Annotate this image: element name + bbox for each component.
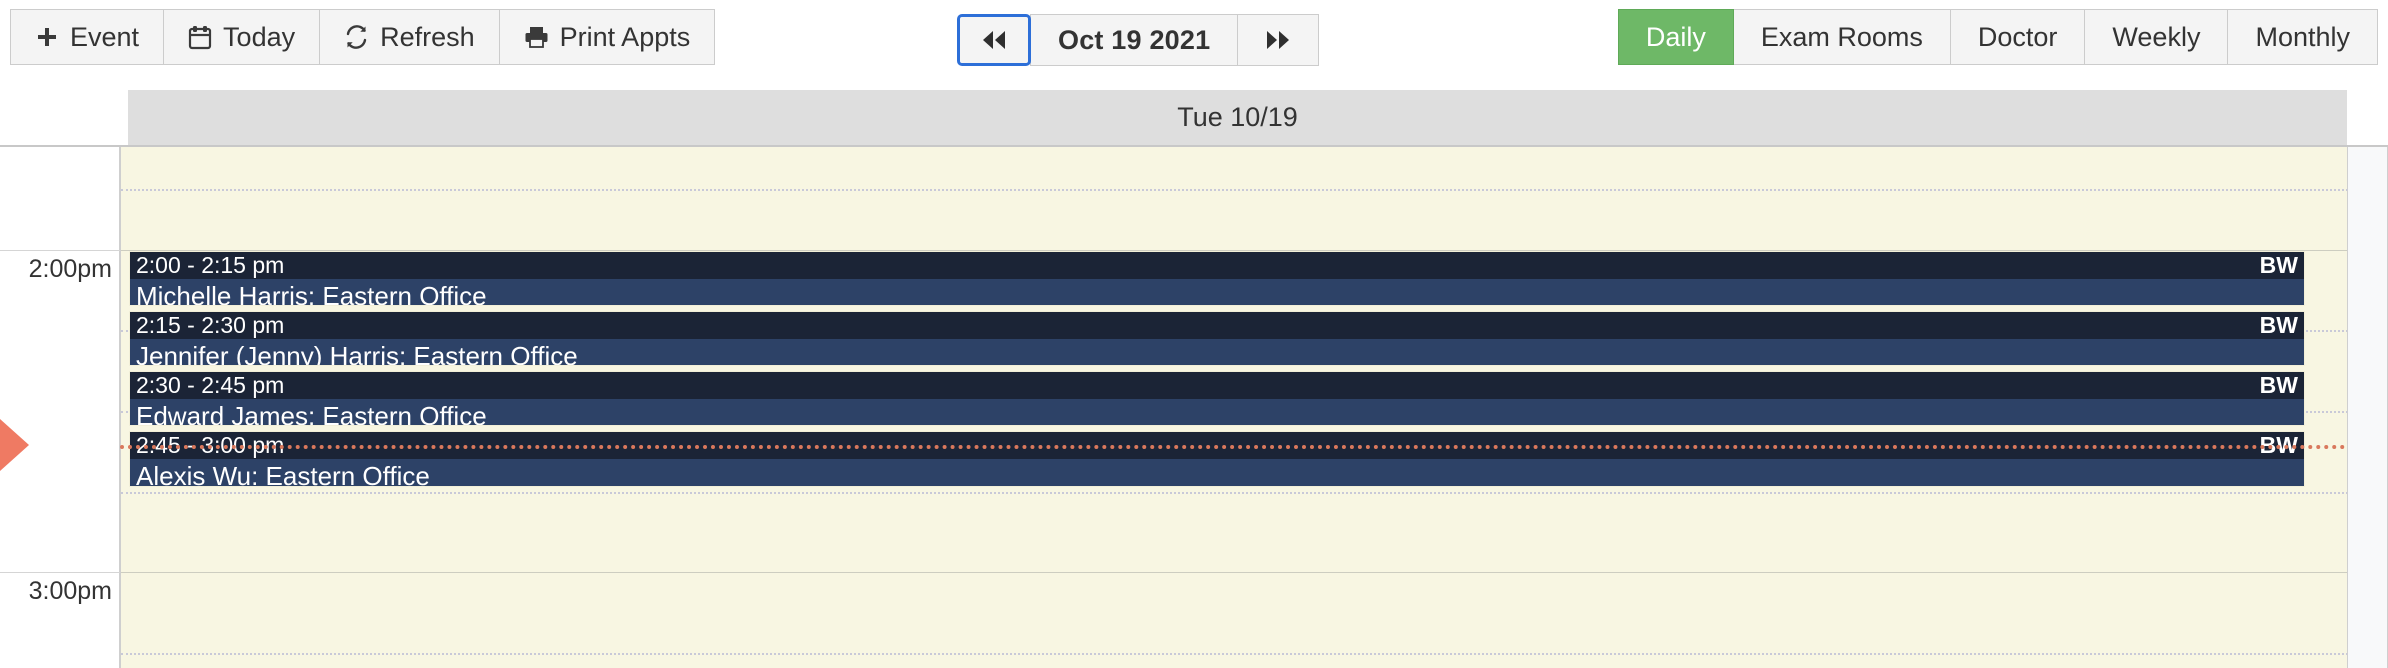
toolbar: Event Today Refresh Print Appts Oct 19 2… (0, 0, 2388, 90)
today-label: Today (223, 21, 296, 52)
refresh-button[interactable]: Refresh (319, 9, 500, 65)
view-tab-exam-rooms[interactable]: Exam Rooms (1732, 9, 1951, 65)
day-column[interactable]: 2:00 - 2:15 pm BW Michelle Harris: Easte… (120, 147, 2347, 668)
printer-icon (524, 25, 549, 49)
appointment-block[interactable]: 2:30 - 2:45 pm BW Edward James: Eastern … (129, 371, 2305, 426)
time-label-3pm: 3:00pm (28, 577, 112, 605)
day-header-gutter (2347, 90, 2388, 145)
day-header-cell[interactable]: Tue 10/19 (128, 90, 2347, 145)
calendar-icon (188, 25, 212, 50)
appointment-header: 2:00 - 2:15 pm BW (130, 252, 2304, 279)
view-tab-daily[interactable]: Daily (1617, 9, 1734, 65)
appointment-title: Michelle Harris: Eastern Office (136, 281, 487, 306)
double-chevron-right-icon (1263, 29, 1293, 51)
time-axis: 2:00pm 3:00pm (0, 147, 120, 668)
day-header-row: Tue 10/19 (0, 90, 2388, 145)
appointment-time: 2:30 - 2:45 pm (136, 372, 285, 398)
appointment-time: 2:15 - 2:30 pm (136, 312, 285, 338)
previous-day-button[interactable] (957, 14, 1031, 66)
appointment-block[interactable]: 2:15 - 2:30 pm BW Jennifer (Jenny) Harri… (129, 311, 2305, 366)
appointment-title: Alexis Wu: Eastern Office (136, 461, 430, 487)
vertical-scrollbar[interactable] (2347, 147, 2388, 668)
time-slot-2pm: 2:00pm (0, 250, 120, 411)
appointment-block[interactable]: 2:00 - 2:15 pm BW Michelle Harris: Easte… (129, 251, 2305, 306)
double-chevron-left-icon (979, 29, 1009, 51)
current-date-display[interactable]: Oct 19 2021 (1030, 14, 1239, 66)
appointment-time: 2:00 - 2:15 pm (136, 252, 285, 278)
gridline-hour-3pm (121, 572, 2347, 573)
calendar-view: Tue 10/19 2:00pm 3:00pm 2:00 - 2:15 pm B… (0, 90, 2388, 668)
time-slot-3pm: 3:00pm (0, 572, 120, 668)
appointment-badge: BW (2259, 372, 2298, 398)
view-switcher: Daily Exam Rooms Doctor Weekly Monthly (1617, 9, 2378, 65)
gridline-half-5 (121, 653, 2347, 655)
current-time-marker-icon (0, 419, 29, 471)
toolbar-actions: Event Today Refresh Print Appts (10, 9, 716, 65)
print-appointments-button[interactable]: Print Appts (498, 9, 716, 65)
calendar-grid: 2:00pm 3:00pm 2:00 - 2:15 pm BW Michelle… (0, 145, 2388, 668)
add-event-label: Event (70, 21, 140, 52)
current-time-line (120, 445, 2347, 449)
add-event-button[interactable]: Event (10, 9, 165, 65)
appointment-badge: BW (2259, 252, 2298, 278)
print-appointments-label: Print Appts (559, 21, 691, 52)
day-header-corner (0, 90, 128, 145)
next-day-button[interactable] (1237, 14, 1320, 66)
view-tab-doctor[interactable]: Doctor (1949, 9, 2086, 65)
plus-icon (35, 25, 59, 49)
refresh-label: Refresh (380, 21, 475, 52)
appointment-header: 2:15 - 2:30 pm BW (130, 312, 2304, 339)
appointment-title: Edward James: Eastern Office (136, 401, 487, 426)
appointment-title: Jennifer (Jenny) Harris: Eastern Office (136, 341, 578, 366)
view-tab-weekly[interactable]: Weekly (2084, 9, 2229, 65)
view-tab-monthly[interactable]: Monthly (2227, 9, 2378, 65)
date-navigation: Oct 19 2021 (957, 14, 1320, 66)
refresh-icon (344, 25, 369, 49)
gridline-half-1 (121, 189, 2347, 191)
today-button[interactable]: Today (163, 9, 321, 65)
appointment-badge: BW (2259, 312, 2298, 338)
appointment-block[interactable]: 2:45 - 3:00 pm BW Alexis Wu: Eastern Off… (129, 431, 2305, 487)
time-label-2pm: 2:00pm (28, 255, 112, 283)
gridline-half-4 (121, 492, 2347, 494)
appointment-header: 2:30 - 2:45 pm BW (130, 372, 2304, 399)
